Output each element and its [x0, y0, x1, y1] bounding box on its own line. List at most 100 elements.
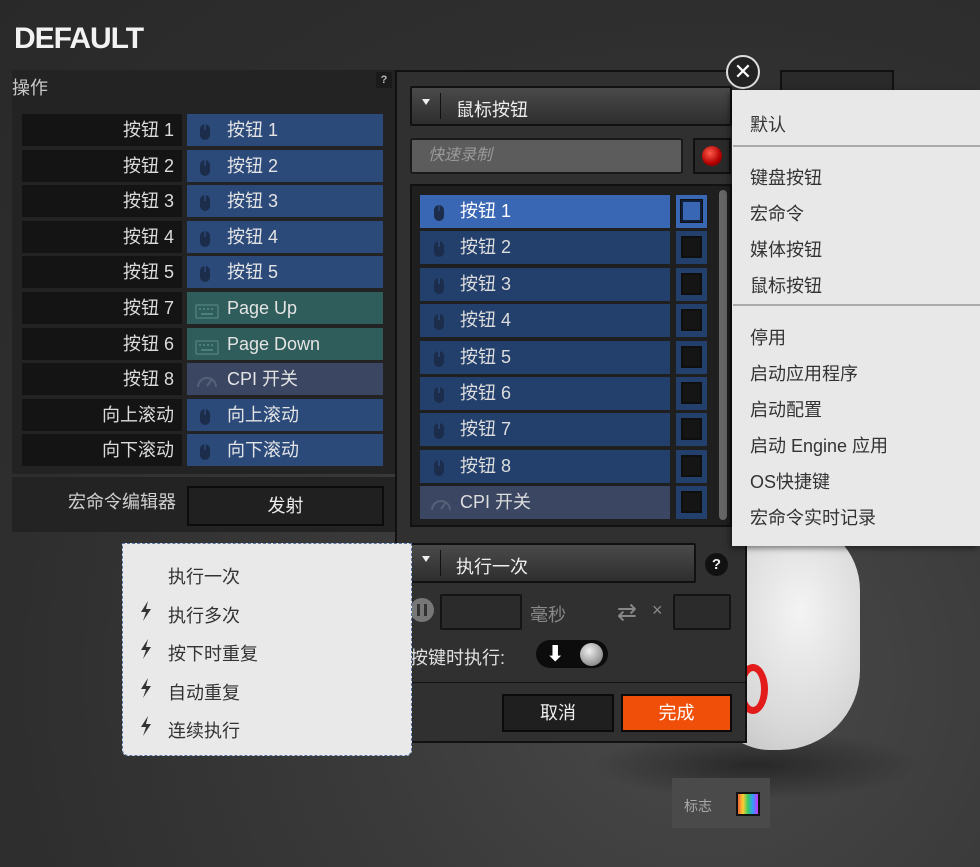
- action-row-assignment[interactable]: 向下滚动: [187, 434, 383, 467]
- type-menu-item[interactable]: 启动配置: [750, 396, 822, 422]
- quick-record-field[interactable]: 快速录制: [410, 138, 683, 174]
- cpi-gauge-icon: [195, 369, 217, 389]
- mouse-button-list-item[interactable]: 按钮 1: [420, 195, 670, 228]
- mouse-icon: [429, 201, 449, 221]
- type-menu-item[interactable]: 鼠标按钮: [750, 272, 822, 298]
- execute-mode-option[interactable]: 执行一次: [168, 563, 240, 589]
- mouse-button-list-item[interactable]: 按钮 7: [420, 413, 670, 447]
- type-menu-item[interactable]: OS快捷键: [750, 468, 830, 494]
- action-row-assignment[interactable]: 向上滚动: [187, 398, 383, 431]
- ms-label: 毫秒: [530, 605, 566, 625]
- mouse-icon: [429, 237, 449, 258]
- list-item-checkbox[interactable]: [676, 304, 707, 338]
- times-label: ×: [652, 600, 663, 620]
- mouse-icon: [429, 310, 449, 331]
- action-row-label: 按钮 6: [22, 327, 182, 360]
- delay-ms-input[interactable]: [440, 594, 522, 630]
- logo-color-swatch[interactable]: [736, 792, 760, 816]
- action-row-assignment-label: 按钮 3: [227, 191, 279, 212]
- type-menu-item[interactable]: 媒体按钮: [750, 236, 822, 262]
- execute-mode-menu: [122, 543, 412, 756]
- action-row-assignment[interactable]: Page Up: [187, 292, 383, 324]
- type-menu-item[interactable]: 宏命令实时记录: [750, 504, 876, 530]
- action-row-label: 按钮 8: [22, 363, 182, 396]
- type-menu-item[interactable]: 启动应用程序: [750, 360, 858, 386]
- action-row-assignment[interactable]: 按钮 3: [187, 185, 383, 218]
- action-row-assignment[interactable]: 按钮 2: [187, 149, 383, 182]
- mouse-icon: [429, 347, 449, 367]
- type-menu-item[interactable]: 默认: [750, 111, 786, 137]
- mouse-button-list-item[interactable]: 按钮 8: [420, 449, 670, 483]
- help-icon[interactable]: ?: [705, 553, 728, 576]
- mouse-button-list-item[interactable]: CPI 开关: [420, 486, 670, 520]
- close-button[interactable]: ✕: [726, 55, 760, 89]
- type-menu-item[interactable]: 键盘按钮: [750, 164, 822, 190]
- list-scrollbar[interactable]: [719, 190, 727, 520]
- list-item-checkbox[interactable]: [676, 486, 707, 520]
- mouse-icon: [195, 440, 217, 461]
- action-row-assignment[interactable]: 按钮 4: [187, 220, 383, 253]
- repeat-count-input[interactable]: [673, 594, 731, 630]
- mouse-icon: [195, 120, 217, 140]
- assignment-type-dropdown[interactable]: 鼠标按钮: [410, 86, 732, 126]
- action-row-assignment-label: 按钮 4: [227, 226, 279, 247]
- chevron-down-icon: [422, 99, 430, 105]
- type-menu-item[interactable]: 启动 Engine 应用: [750, 432, 888, 458]
- fire-button[interactable]: 发射: [187, 486, 384, 526]
- action-row-assignment-label: 按钮 1: [227, 120, 279, 140]
- repeat-icon: ⇄: [617, 599, 638, 626]
- action-row-assignment[interactable]: Page Down: [187, 327, 383, 360]
- cpi-gauge-icon: [429, 492, 451, 512]
- type-menu-item[interactable]: 停用: [750, 324, 786, 350]
- mouse-button-list-item[interactable]: 按钮 3: [420, 267, 670, 301]
- action-row-assignment[interactable]: 按钮 1: [187, 114, 383, 146]
- list-item-checkbox[interactable]: [676, 413, 707, 447]
- action-row-assignment-label: Page Up: [227, 298, 298, 318]
- action-row-assignment-label: 按钮 5: [227, 262, 279, 283]
- execute-mode-option[interactable]: 连续执行: [168, 717, 240, 743]
- mouse-icon: [429, 419, 449, 440]
- mouse-button-list-item-label: 按钮 7: [460, 419, 512, 440]
- mouse-icon: [429, 383, 449, 403]
- logo-label: 标志: [684, 798, 712, 814]
- execute-mode-option[interactable]: 执行多次: [168, 602, 240, 628]
- list-item-checkbox[interactable]: [676, 340, 707, 374]
- mouse-icon: [195, 262, 217, 283]
- mouse-button-list-item-label: 按钮 6: [460, 383, 512, 403]
- pause-icon: [410, 598, 434, 622]
- mouse-icon: [429, 456, 449, 476]
- mouse-icon: [429, 274, 449, 294]
- chevron-down-icon: [422, 556, 430, 562]
- list-item-checkbox[interactable]: [676, 377, 707, 410]
- type-menu-item[interactable]: 宏命令: [750, 200, 804, 226]
- mouse-button-list-item[interactable]: 按钮 6: [420, 377, 670, 410]
- keyboard-icon: [195, 298, 219, 319]
- action-row-assignment-label: Page Down: [227, 333, 321, 354]
- done-button[interactable]: 完成: [621, 694, 732, 732]
- mouse-button-list-item-label: 按钮 1: [460, 201, 512, 221]
- action-row-assignment[interactable]: 按钮 5: [187, 256, 383, 289]
- arrow-down-icon: ⬇: [546, 641, 565, 666]
- execute-mode-option[interactable]: 按下时重复: [168, 640, 258, 666]
- divider: [397, 682, 745, 683]
- actions-help-icon[interactable]: ?: [376, 72, 392, 88]
- mouse-button-list-item[interactable]: 按钮 2: [420, 231, 670, 265]
- execute-mode-option[interactable]: 自动重复: [168, 679, 240, 705]
- list-item-checkbox[interactable]: [676, 195, 707, 228]
- action-row-label: 按钮 4: [22, 220, 182, 253]
- action-row-label: 按钮 1: [22, 114, 182, 146]
- execute-mode-dropdown[interactable]: 执行一次: [410, 543, 696, 583]
- lightning-icon: [138, 677, 154, 699]
- list-item-checkbox[interactable]: [676, 449, 707, 483]
- mouse-button-list-item[interactable]: 按钮 5: [420, 340, 670, 374]
- execute-mode-value: 执行一次: [456, 557, 528, 577]
- action-row-assignment[interactable]: CPI 开关: [187, 363, 383, 396]
- mouse-button-list-item[interactable]: 按钮 4: [420, 304, 670, 338]
- mouse-icon: [195, 191, 217, 212]
- list-item-checkbox[interactable]: [676, 267, 707, 301]
- list-item-checkbox[interactable]: [676, 231, 707, 265]
- cancel-button[interactable]: 取消: [502, 694, 614, 732]
- mouse-button-list-item-label: 按钮 2: [460, 237, 512, 258]
- action-row-label: 按钮 5: [22, 256, 182, 289]
- mouse-icon: [195, 405, 217, 425]
